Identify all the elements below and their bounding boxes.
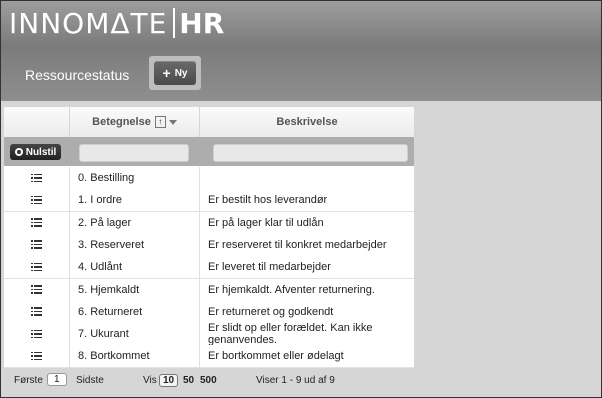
cell-beskrivelse: Er leveret til medarbejder xyxy=(199,256,414,279)
logo-text: INNOMΔTE xyxy=(9,6,168,40)
logo: INNOMΔTE HR xyxy=(9,5,224,41)
page-size-label: Vis xyxy=(143,375,157,386)
table-row[interactable]: 3. Reserveret Er reserveret til konkret m… xyxy=(4,233,414,257)
page-size-option[interactable]: 50 xyxy=(183,375,194,386)
sort-asc-icon[interactable]: ↑ xyxy=(154,116,166,128)
list-menu-icon[interactable] xyxy=(31,262,42,272)
logo-divider xyxy=(173,8,176,38)
cell-betegnelse: 8. Bortkommet xyxy=(69,345,199,368)
table-row[interactable]: 6. Returneret Er returneret og godkendt xyxy=(4,300,414,324)
table-row[interactable]: 1. I ordre Er bestilt hos leverandør xyxy=(4,189,414,213)
column-header-label: Beskrivelse xyxy=(276,116,338,128)
actions-column-header xyxy=(4,107,69,137)
list-menu-icon[interactable] xyxy=(31,351,42,361)
logo-hr-text: HR xyxy=(179,6,225,40)
cell-beskrivelse xyxy=(199,167,414,189)
list-menu-icon[interactable] xyxy=(31,329,42,339)
list-menu-icon[interactable] xyxy=(31,240,42,249)
cell-betegnelse: 2. På lager xyxy=(69,211,199,234)
cell-betegnelse: 6. Returneret xyxy=(69,300,199,323)
list-menu-icon[interactable] xyxy=(31,285,42,294)
new-button-wrapper: + Ny xyxy=(149,56,201,90)
last-page-link[interactable]: Sidste xyxy=(76,375,104,386)
cell-betegnelse: 7. Ukurant xyxy=(69,323,199,346)
new-button[interactable]: + Ny xyxy=(154,61,196,85)
first-page-link[interactable]: Første xyxy=(14,375,43,386)
page-size-option-selected[interactable]: 10 xyxy=(159,374,179,387)
table-row[interactable]: 0. Bestilling xyxy=(4,167,414,190)
page-number-input[interactable]: 1 xyxy=(47,373,67,386)
app-header: INNOMΔTE HR xyxy=(1,1,601,47)
cell-beskrivelse: Er hjemkaldt. Afventer returnering. xyxy=(199,278,414,301)
column-header-beskrivelse[interactable]: Beskrivelse xyxy=(199,107,414,137)
table-row[interactable]: 8. Bortkommet Er bortkommet eller ødelagt xyxy=(4,345,414,369)
status-table: Betegnelse ↑ Beskrivelse Nulstil 0. Best… xyxy=(4,107,414,369)
table-row[interactable]: 5. Hjemkaldt Er hjemkaldt. Afventer retur… xyxy=(4,278,414,302)
pagination-summary: Viser 1 - 9 ud af 9 xyxy=(256,375,335,386)
row-menu-cell[interactable] xyxy=(4,345,69,367)
table-header: Betegnelse ↑ Beskrivelse xyxy=(4,107,414,138)
row-menu-cell[interactable] xyxy=(4,323,69,345)
row-menu-cell[interactable] xyxy=(4,189,69,211)
plus-icon: + xyxy=(162,65,171,81)
row-menu-cell[interactable] xyxy=(4,167,69,189)
filter-row: Nulstil xyxy=(4,137,414,166)
new-button-label: Ny xyxy=(174,67,188,79)
cell-betegnelse: 0. Bestilling xyxy=(69,167,199,189)
column-menu-icon[interactable] xyxy=(168,119,177,125)
reset-icon xyxy=(14,148,23,156)
page-toolbar: Ressourcestatus + Ny xyxy=(1,47,601,101)
cell-betegnelse: 4. Udlånt xyxy=(69,256,199,279)
table-row[interactable]: 2. På lager Er på lager klar til udlån xyxy=(4,211,414,235)
list-menu-icon[interactable] xyxy=(31,195,42,205)
pagination-bar: Første 1 Sidste Vis 10 50 500 Viser 1 - … xyxy=(4,369,414,395)
table-row[interactable]: 7. Ukurant Er slidt op eller forældet. Ka… xyxy=(4,322,414,347)
row-menu-cell[interactable] xyxy=(4,256,69,278)
cell-beskrivelse: Er bestilt hos leverandør xyxy=(199,189,414,212)
row-menu-cell[interactable] xyxy=(4,279,69,301)
filter-input-betegnelse[interactable] xyxy=(79,144,189,162)
cell-betegnelse: 1. I ordre xyxy=(69,189,199,212)
cell-betegnelse: 5. Hjemkaldt xyxy=(69,278,199,301)
app-window: INNOMΔTE HR Ressourcestatus + Ny Betegne… xyxy=(0,0,602,398)
list-menu-icon[interactable] xyxy=(31,173,42,183)
page-size-option[interactable]: 500 xyxy=(200,375,217,386)
filter-input-beskrivelse[interactable] xyxy=(213,144,408,162)
row-menu-cell[interactable] xyxy=(4,301,69,323)
cell-betegnelse: 3. Reserveret xyxy=(69,233,199,256)
cell-beskrivelse: Er returneret og godkendt xyxy=(199,300,414,323)
table-row[interactable]: 4. Udlånt Er leveret til medarbejder xyxy=(4,256,414,280)
list-menu-icon[interactable] xyxy=(31,307,42,316)
reset-filters-button[interactable]: Nulstil xyxy=(10,144,61,160)
row-menu-cell[interactable] xyxy=(4,212,69,234)
column-header-label: Betegnelse xyxy=(92,116,151,128)
reset-button-label: Nulstil xyxy=(25,146,57,158)
cell-beskrivelse: Er slidt op eller forældet. Kan ikke gen… xyxy=(199,322,414,346)
cell-beskrivelse: Er reserveret til konkret medarbejder xyxy=(199,233,414,256)
cell-beskrivelse: Er bortkommet eller ødelagt xyxy=(199,345,414,368)
list-menu-icon[interactable] xyxy=(31,218,42,227)
column-header-betegnelse[interactable]: Betegnelse ↑ xyxy=(69,107,199,137)
cell-beskrivelse: Er på lager klar til udlån xyxy=(199,211,414,234)
row-menu-cell[interactable] xyxy=(4,234,69,256)
page-title: Ressourcestatus xyxy=(25,67,130,83)
